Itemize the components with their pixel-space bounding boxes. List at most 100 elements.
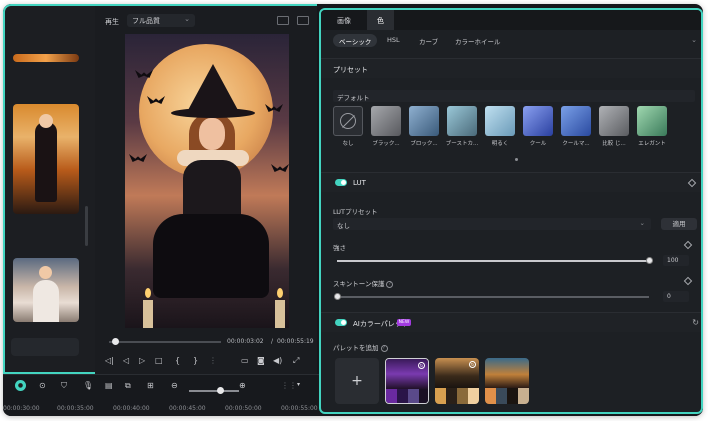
preset-item-none[interactable]: なし bbox=[333, 106, 363, 152]
keyframe-diamond-icon[interactable] bbox=[687, 178, 697, 188]
add-palette-button[interactable]: + bbox=[335, 358, 379, 404]
preset-item[interactable]: クール bbox=[523, 106, 553, 152]
preset-item[interactable]: ブロック... bbox=[409, 106, 439, 152]
strength-value[interactable]: 100 bbox=[663, 255, 689, 266]
playback-track[interactable] bbox=[109, 341, 221, 343]
more-icon[interactable]: ⋮ bbox=[209, 356, 217, 365]
chevron-down-icon: ⌄ bbox=[184, 15, 190, 23]
palette-swatch bbox=[446, 388, 457, 404]
palette-item[interactable]: ↻ bbox=[435, 358, 479, 404]
media-thumbnail[interactable] bbox=[13, 54, 79, 62]
render-icon[interactable]: ● bbox=[15, 380, 26, 391]
preset-thumbnail bbox=[333, 106, 363, 136]
reset-icon[interactable]: ↻ bbox=[692, 318, 699, 327]
help-icon[interactable]: ? bbox=[386, 280, 394, 288]
lut-toggle[interactable] bbox=[335, 179, 347, 186]
zoom-in-icon[interactable]: ⊕ bbox=[239, 381, 246, 390]
preset-item[interactable]: 比較 じ... bbox=[599, 106, 629, 152]
play-icon[interactable]: ▷ bbox=[139, 356, 145, 365]
microphone-icon[interactable]: 🎙 bbox=[83, 381, 93, 390]
subtab-curves[interactable]: カーブ bbox=[413, 34, 444, 47]
tab-color[interactable]: 色 bbox=[367, 10, 394, 30]
thumbnail-face bbox=[39, 114, 53, 128]
help-icon[interactable]: ? bbox=[380, 344, 388, 352]
zoom-slider[interactable] bbox=[189, 390, 239, 392]
play-circle-icon[interactable]: ⊙ bbox=[39, 381, 46, 390]
preview-panel: 再生 フル品質 ⌄ 00:00:03:02 / 00:00:55:19 ◁| ◁… bbox=[95, 4, 317, 374]
fullscreen-icon[interactable]: ⤢ bbox=[293, 356, 299, 366]
palette-item[interactable] bbox=[485, 358, 529, 404]
caption-icon[interactable]: ▤ bbox=[105, 381, 113, 390]
subtab-hsl[interactable]: HSL bbox=[381, 34, 406, 47]
subtab-basic[interactable]: ベーシック bbox=[333, 34, 378, 47]
ruler-tick: 00:00:40:00 bbox=[113, 405, 150, 412]
refresh-icon[interactable]: ↻ bbox=[469, 361, 476, 368]
preset-item[interactable]: 明るく bbox=[485, 106, 515, 152]
strength-fill bbox=[337, 260, 649, 262]
lut-apply-button[interactable]: 適用 bbox=[661, 218, 697, 230]
palette-swatch bbox=[496, 388, 507, 404]
ai-palette-toggle[interactable] bbox=[335, 319, 347, 326]
preview-canvas[interactable] bbox=[125, 34, 289, 328]
volume-icon[interactable]: ◀) bbox=[273, 356, 282, 365]
media-thumbnail[interactable] bbox=[13, 258, 79, 322]
media-thumbnail[interactable] bbox=[13, 104, 79, 214]
shield-icon[interactable]: ⛉ bbox=[61, 381, 67, 391]
skin-tone-track[interactable] bbox=[337, 296, 649, 298]
preset-item[interactable]: クールマ... bbox=[561, 106, 591, 152]
preset-section-header[interactable]: プリセット bbox=[321, 58, 701, 78]
playback-progress: 00:00:03:02 / 00:00:55:19 bbox=[103, 336, 314, 350]
ruler-tick: 00:00:35:00 bbox=[57, 405, 94, 412]
stop-icon[interactable]: □ bbox=[155, 356, 163, 365]
prev-frame-icon[interactable]: ◁| bbox=[105, 356, 114, 365]
preview-label: 再生 bbox=[105, 18, 119, 26]
camera-icon[interactable]: ◙ bbox=[257, 356, 265, 365]
quality-select[interactable]: フル品質 ⌄ bbox=[127, 14, 195, 27]
keyframe-diamond-icon[interactable] bbox=[683, 276, 693, 286]
monitor-icon[interactable]: ▭ bbox=[241, 356, 249, 365]
lut-preset-select[interactable]: なし ⌄ bbox=[333, 218, 651, 230]
preset-item[interactable]: ブーストカ... bbox=[446, 106, 478, 152]
color-panel: 画像 色 ベーシック HSL カーブ カラーホイール ⌄ プリセット デフォルト… bbox=[319, 8, 703, 414]
palette-swatch bbox=[419, 389, 428, 403]
clip-icon[interactable]: ⊞ bbox=[147, 381, 154, 390]
transition-icon[interactable]: ⧉ bbox=[125, 381, 131, 391]
timeline-ruler[interactable]: 00:00:30:00 00:00:35:00 00:00:40:00 00:0… bbox=[3, 405, 323, 416]
skin-tone-label: スキントーン保護? bbox=[333, 278, 394, 288]
subtab-color-wheel[interactable]: カラーホイール bbox=[449, 34, 507, 47]
grid-dots-icon[interactable]: ⋮⋮ bbox=[281, 381, 297, 390]
tab-image[interactable]: 画像 bbox=[327, 10, 361, 30]
palette-item[interactable]: ↻ bbox=[385, 358, 429, 404]
pagination-dot[interactable] bbox=[515, 158, 518, 161]
chevron-down-icon[interactable]: ▾ bbox=[297, 381, 300, 388]
lut-section-header: LUT bbox=[321, 172, 701, 192]
mark-in-icon[interactable]: { bbox=[175, 356, 180, 365]
add-palette-label-text: パレットを追加 bbox=[333, 344, 379, 352]
palette-swatch bbox=[507, 388, 518, 404]
preset-item[interactable]: ブラック... bbox=[371, 106, 401, 152]
preset-category-select[interactable]: デフォルト bbox=[333, 90, 695, 102]
preset-label: なし bbox=[342, 141, 354, 147]
play-back-icon[interactable]: ◁ bbox=[123, 356, 129, 365]
quality-value: フル品質 bbox=[132, 17, 160, 25]
media-scrollbar[interactable] bbox=[85, 206, 88, 246]
candle-flame bbox=[277, 288, 283, 298]
preset-item[interactable]: エレガント bbox=[637, 106, 667, 152]
refresh-icon[interactable]: ↻ bbox=[418, 362, 425, 369]
skin-tone-knob[interactable] bbox=[334, 293, 341, 300]
grid-icon[interactable] bbox=[277, 16, 289, 25]
playhead-knob[interactable] bbox=[112, 338, 119, 345]
keyframe-diamond-icon[interactable] bbox=[683, 240, 693, 250]
media-search-bar[interactable] bbox=[11, 338, 79, 356]
zoom-knob[interactable] bbox=[217, 387, 224, 394]
zoom-out-icon[interactable]: ⊖ bbox=[171, 381, 178, 390]
timeline-toolbar: ● ⊙ ⛉ 🎙 ▤ ⧉ ⊞ ⊖ ⊕ ⋮⋮ ▾ bbox=[11, 379, 331, 395]
mark-out-icon[interactable]: } bbox=[193, 356, 198, 365]
candle-shape bbox=[143, 300, 153, 328]
strength-knob[interactable] bbox=[646, 257, 653, 264]
waveform-icon[interactable] bbox=[297, 16, 309, 25]
palette-swatch bbox=[457, 388, 468, 404]
skin-tone-value[interactable]: 0 bbox=[663, 291, 689, 302]
chevron-down-icon[interactable]: ⌄ bbox=[691, 36, 697, 44]
preset-thumbnail bbox=[409, 106, 439, 136]
